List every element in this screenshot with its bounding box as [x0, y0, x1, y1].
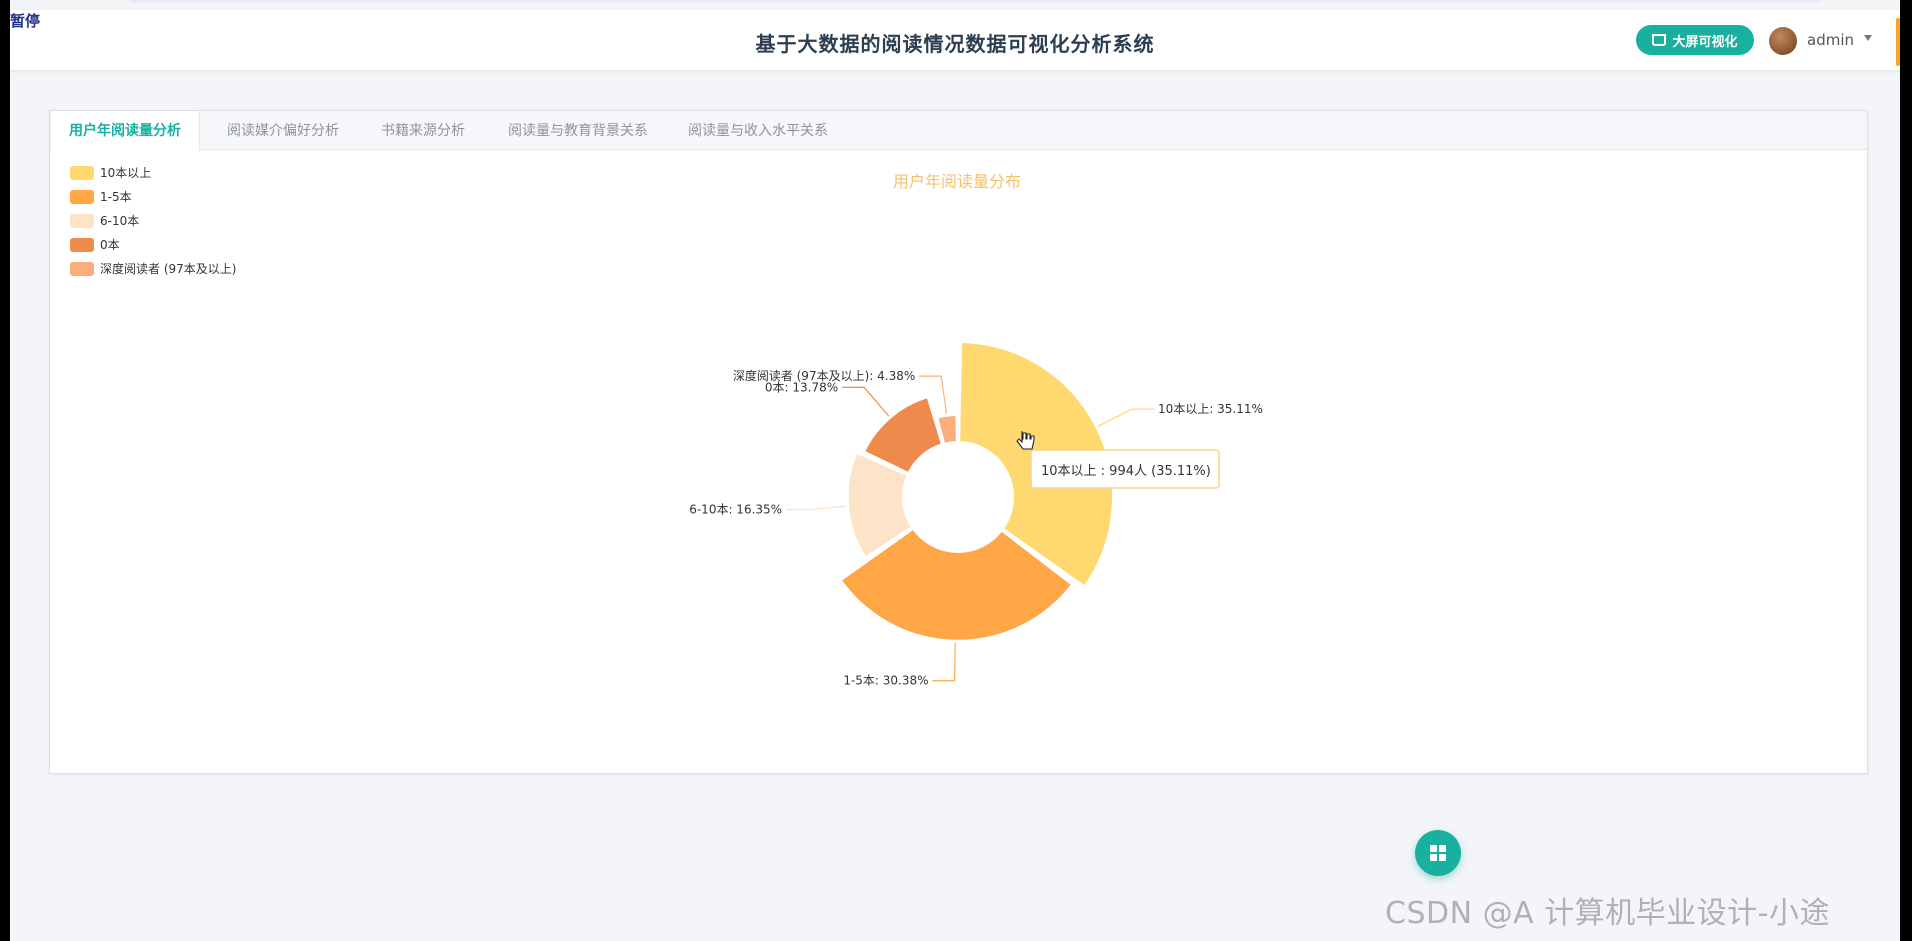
pause-label: 暂停 — [10, 12, 41, 30]
legend-swatch[interactable] — [70, 166, 94, 180]
user-name[interactable]: admin — [1807, 31, 1854, 49]
cart-icon — [1652, 34, 1667, 46]
label-leader-line — [786, 505, 846, 511]
watermark: CSDN @A 计算机毕业设计-小途 — [1385, 896, 1830, 931]
grid-icon — [1430, 845, 1446, 861]
right-black-bar — [1900, 0, 1912, 941]
label-leader-line — [842, 386, 890, 417]
side-accent-tab — [1896, 18, 1900, 66]
chevron-down-icon[interactable] — [1864, 35, 1872, 41]
tab-annual-reading[interactable]: 用户年阅读量分析 — [50, 111, 200, 151]
legend-swatch[interactable] — [70, 214, 94, 228]
legend-swatch[interactable] — [70, 190, 94, 204]
legend-label[interactable]: 6-10本 — [100, 214, 139, 228]
tab-income[interactable]: 阅读量与收入水平关系 — [673, 111, 843, 151]
slice-label: 深度阅读者 (97本及以上): 4.38% — [733, 368, 915, 383]
chart-slices — [839, 341, 1114, 642]
left-black-bar — [0, 0, 10, 941]
top-header: 基于大数据的阅读情况数据可视化分析系统 大屏可视化 admin — [10, 10, 1900, 70]
slice-label: 1-5本: 30.38% — [843, 674, 928, 688]
tab-media-preference[interactable]: 阅读媒介偏好分析 — [213, 111, 353, 151]
slice-label: 10本以上: 35.11% — [1158, 402, 1263, 416]
bigscreen-label: 大屏可视化 — [1672, 34, 1738, 50]
chart-tooltip: 10本以上 : 994人 (35.11%) — [1030, 449, 1220, 489]
chart-legend: 10本以上 1-5本 6-10本 0本深度阅读者 (97本及以上) — [70, 166, 236, 276]
analysis-panel: 用户年阅读量分析 阅读媒介偏好分析 书籍来源分析 阅读量与教育背景关系 阅读量与… — [49, 110, 1868, 774]
browser-top-edge — [130, 0, 1820, 3]
legend-label[interactable]: 10本以上 — [100, 166, 151, 180]
legend-swatch[interactable] — [70, 262, 94, 276]
legend-swatch[interactable] — [70, 238, 94, 252]
screen: 基于大数据的阅读情况数据可视化分析系统 大屏可视化 admin 暂停 用户年阅读… — [0, 0, 1912, 941]
slice-label: 6-10本: 16.35% — [689, 503, 782, 517]
menu-fab-button[interactable] — [1415, 830, 1461, 876]
bigscreen-button[interactable]: 大屏可视化 — [1636, 25, 1754, 55]
chart-title: 用户年阅读量分布 — [893, 172, 1021, 191]
tab-bar: 用户年阅读量分析 阅读媒介偏好分析 书籍来源分析 阅读量与教育背景关系 阅读量与… — [50, 111, 1867, 151]
label-leader-line — [932, 642, 956, 682]
avatar[interactable] — [1769, 27, 1797, 55]
legend-label[interactable]: 0本 — [100, 238, 120, 252]
tab-education[interactable]: 阅读量与教育背景关系 — [493, 111, 663, 151]
legend-label[interactable]: 1-5本 — [100, 190, 132, 204]
legend-label[interactable]: 深度阅读者 (97本及以上) — [100, 261, 236, 276]
label-leader-line — [1097, 408, 1155, 427]
page-title: 基于大数据的阅读情况数据可视化分析系统 — [755, 32, 1155, 56]
tab-book-source[interactable]: 书籍来源分析 — [363, 111, 483, 151]
rose-chart: 用户年阅读量分布 10本以上1-5本6-10本0本深度阅读者 (97本及以上) … — [70, 166, 1263, 688]
tooltip-text: 10本以上 : 994人 (35.11%) — [1041, 464, 1211, 479]
